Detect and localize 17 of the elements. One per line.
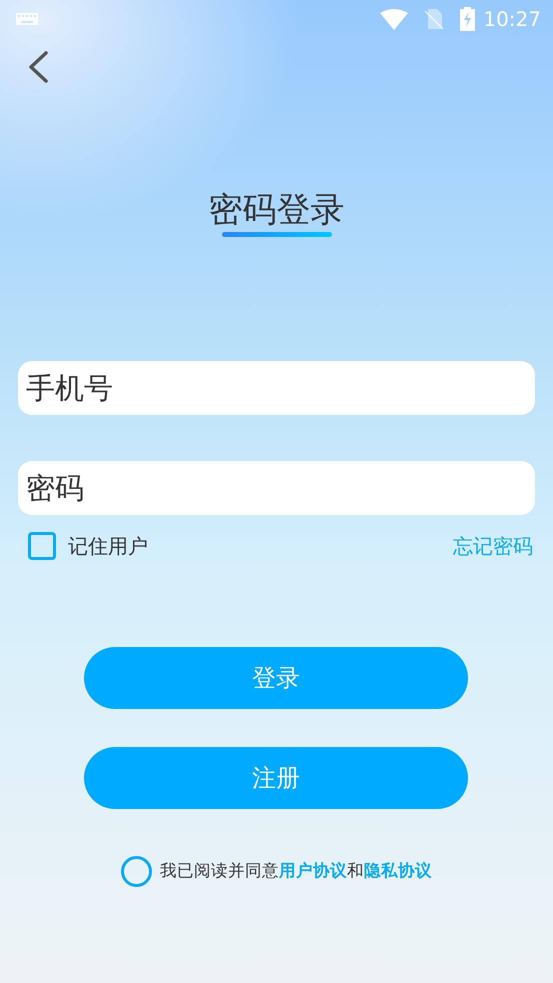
keyboard-icon xyxy=(16,13,38,25)
user-agreement-link[interactable]: 用户协议 xyxy=(279,861,347,880)
battery-charging-icon xyxy=(460,7,476,31)
phone-field[interactable]: 手机号 xyxy=(18,361,535,416)
wifi-icon xyxy=(380,8,408,30)
agreement-text: 我已阅读并同意用户协议和隐私协议 xyxy=(160,860,432,882)
privacy-policy-link[interactable]: 隐私协议 xyxy=(364,861,432,880)
register-button[interactable]: 注册 xyxy=(84,747,468,810)
password-field[interactable]: 密码 xyxy=(18,461,535,516)
remember-label: 记住用户 xyxy=(68,533,148,560)
remember-checkbox[interactable] xyxy=(28,532,56,560)
clock-time: 10:27 xyxy=(483,6,541,33)
agree-radio[interactable] xyxy=(121,856,152,888)
no-sim-icon xyxy=(424,8,444,30)
login-button[interactable]: 登录 xyxy=(84,647,468,710)
forgot-password-link[interactable]: 忘记密码 xyxy=(453,531,533,562)
page-title: 密码登录 xyxy=(208,189,346,232)
